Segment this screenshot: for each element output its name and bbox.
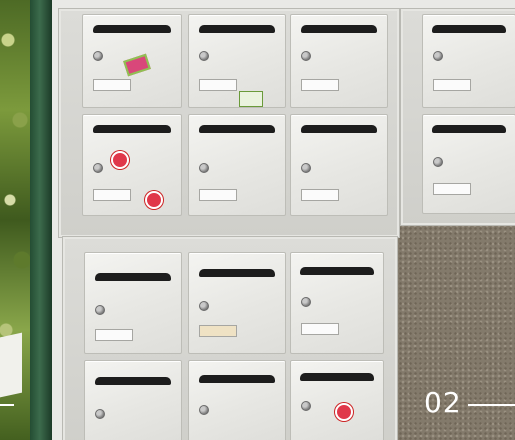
lock-icon xyxy=(301,297,311,307)
mailbox-door xyxy=(290,114,388,216)
nameplate xyxy=(93,189,131,201)
sticker-icon xyxy=(335,403,353,421)
mailbox-door xyxy=(290,252,384,354)
lock-icon xyxy=(199,301,209,311)
nameplate xyxy=(433,79,471,91)
mailbox-door xyxy=(188,360,286,440)
mail-slot xyxy=(198,375,276,383)
green-post xyxy=(30,0,52,440)
lock-icon xyxy=(301,163,311,173)
mail-slot xyxy=(198,125,276,133)
mail-slot xyxy=(432,125,506,133)
mail-slot xyxy=(94,377,172,385)
mailbox-door xyxy=(82,14,182,108)
lock-icon xyxy=(95,305,105,315)
mail-slot xyxy=(432,25,506,33)
lock-icon xyxy=(301,401,311,411)
sticker-icon xyxy=(145,191,163,209)
nameplate xyxy=(199,325,237,337)
lock-icon xyxy=(93,51,103,61)
mailbox-door xyxy=(290,360,384,440)
mail-slot xyxy=(300,25,378,33)
mailbox-door xyxy=(422,114,515,214)
sticker-icon xyxy=(123,53,151,77)
mailbox-door xyxy=(84,252,182,354)
caption-rule-left xyxy=(0,404,14,406)
mailbox-door xyxy=(84,360,182,440)
nameplate xyxy=(199,189,237,201)
lock-icon xyxy=(199,163,209,173)
mail-slot xyxy=(300,373,374,381)
lock-icon xyxy=(95,409,105,419)
white-sign xyxy=(0,332,22,398)
nameplate xyxy=(301,189,339,201)
nameplate xyxy=(199,79,237,91)
mailbox-door xyxy=(290,14,388,108)
mail-slot xyxy=(300,125,378,133)
mailbox-door xyxy=(188,114,286,216)
mailbox-photo: 02 xyxy=(0,0,515,440)
nameplate xyxy=(301,323,339,335)
nameplate xyxy=(93,79,131,91)
caption-rule xyxy=(468,404,515,406)
caption-number: 02 xyxy=(424,386,462,419)
nameplate xyxy=(301,79,339,91)
mail-slot xyxy=(92,25,172,33)
lock-icon xyxy=(199,51,209,61)
mailbox-door xyxy=(188,252,286,354)
mailbox-door xyxy=(188,14,286,108)
mail-slot xyxy=(198,25,276,33)
mail-slot xyxy=(94,273,172,281)
mail-slot xyxy=(198,269,276,277)
mailbox-door xyxy=(82,114,182,216)
lock-icon xyxy=(93,163,103,173)
sticker-icon xyxy=(111,151,129,169)
lock-icon xyxy=(199,405,209,415)
nameplate xyxy=(95,329,133,341)
lock-icon xyxy=(433,157,443,167)
lock-icon xyxy=(433,51,443,61)
sticker-icon xyxy=(239,91,263,107)
nameplate xyxy=(433,183,471,195)
mail-slot xyxy=(300,267,374,275)
lock-icon xyxy=(301,51,311,61)
mailbox-door xyxy=(422,14,515,108)
mail-slot xyxy=(92,125,172,133)
